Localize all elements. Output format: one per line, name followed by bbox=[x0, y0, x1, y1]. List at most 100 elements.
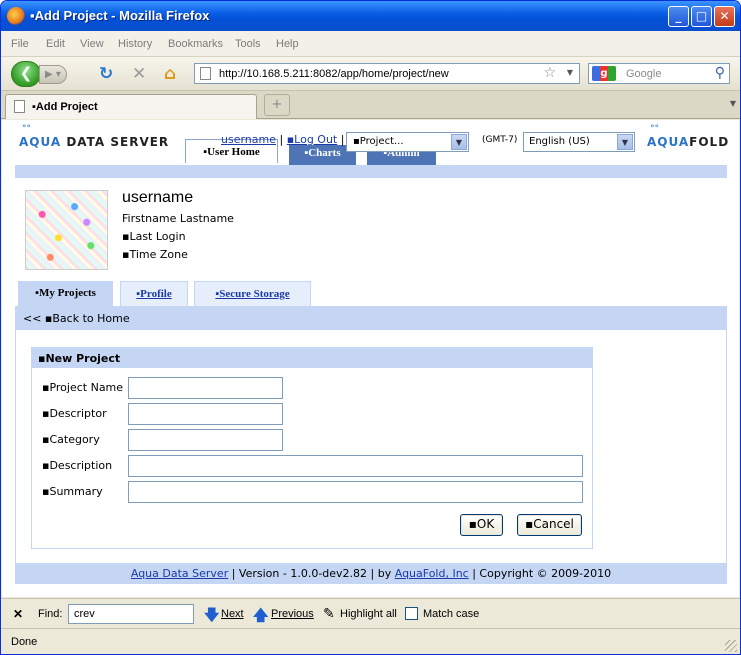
category-label: ▪Category bbox=[42, 433, 100, 446]
find-bar: ✕ Find: crev 🡇 Next 🡅 Previous ✎ Highlig… bbox=[1, 598, 740, 628]
forward-button[interactable]: ▶ ▾ bbox=[39, 65, 67, 84]
menu-tools[interactable]: Tools bbox=[235, 38, 261, 50]
navigation-toolbar: ❮ ▶ ▾ ↻ ✕ ⌂ http://10.168.5.211:8082/app… bbox=[1, 57, 740, 91]
menu-file[interactable]: File bbox=[11, 38, 29, 50]
arrow-up-icon[interactable]: 🡅 bbox=[253, 605, 268, 630]
title-bar[interactable]: ▪Add Project - Mozilla Firefox _ □ ✕ bbox=[1, 1, 740, 31]
minimize-button[interactable]: _ bbox=[668, 6, 689, 27]
match-case-checkbox[interactable] bbox=[405, 607, 418, 620]
summary-label: ▪Summary bbox=[42, 485, 103, 498]
arrow-down-icon[interactable]: 🡇 bbox=[204, 605, 219, 630]
separator: | bbox=[337, 133, 345, 146]
page-icon bbox=[200, 67, 211, 80]
version-text: | Version - 1.0.0-dev2.82 | by bbox=[228, 567, 395, 580]
description-label: ▪Description bbox=[42, 459, 113, 472]
find-next-button[interactable]: Next bbox=[221, 608, 244, 620]
page-content: °° AQUA DATA SERVER ▪User Home ▪Charts ▪… bbox=[2, 120, 739, 597]
bubbles-icon: °° bbox=[650, 124, 659, 134]
aquafold-logo: °° AQUAFOLD bbox=[647, 124, 730, 149]
url-dropdown-icon[interactable]: ▼ bbox=[567, 68, 573, 77]
username-link[interactable]: username bbox=[221, 133, 276, 146]
page-footer: Aqua Data Server | Version - 1.0.0-dev2.… bbox=[15, 564, 727, 584]
subtab-secure-storage[interactable]: ▪Secure Storage bbox=[194, 281, 311, 306]
resize-grip[interactable] bbox=[725, 640, 737, 652]
window-title: ▪Add Project - Mozilla Firefox bbox=[30, 8, 210, 23]
back-button[interactable]: ❮ bbox=[11, 61, 41, 87]
menu-help[interactable]: Help bbox=[276, 38, 299, 50]
menu-view[interactable]: View bbox=[80, 38, 104, 50]
subtab-my-projects[interactable]: ▪My Projects bbox=[18, 281, 113, 306]
logo-rest-text: DATA SERVER bbox=[61, 135, 170, 149]
url-bar[interactable]: http://10.168.5.211:8082/app/home/projec… bbox=[194, 63, 580, 84]
copyright-text: | Copyright © 2009-2010 bbox=[468, 567, 612, 580]
subtab-secure-storage-link[interactable]: ▪Secure Storage bbox=[215, 288, 289, 300]
subtab-profile[interactable]: ▪Profile bbox=[120, 281, 188, 306]
back-to-home-link[interactable]: << ▪Back to Home bbox=[23, 312, 130, 325]
category-field[interactable] bbox=[128, 429, 283, 451]
maximize-button[interactable]: □ bbox=[691, 6, 712, 27]
project-name-label: ▪Project Name bbox=[42, 381, 124, 394]
panel-header: << ▪Back to Home bbox=[16, 306, 726, 330]
find-label: Find: bbox=[38, 608, 63, 620]
menu-bar: File Edit View History Bookmarks Tools H… bbox=[1, 31, 740, 57]
cancel-button[interactable]: ▪Cancel bbox=[517, 514, 582, 536]
tab-strip: ▪Add Project + ▼ bbox=[1, 91, 740, 119]
summary-field[interactable] bbox=[128, 481, 583, 503]
timezone-label: (GMT-7) bbox=[482, 135, 518, 145]
tab-label: ▪Add Project bbox=[32, 101, 98, 113]
find-input[interactable]: crev bbox=[68, 604, 194, 624]
stop-icon[interactable]: ✕ bbox=[132, 65, 146, 83]
status-bar: Done bbox=[1, 628, 740, 654]
avatar bbox=[25, 190, 108, 270]
language-select-value: English (US) bbox=[529, 136, 590, 147]
menu-edit[interactable]: Edit bbox=[46, 38, 65, 50]
home-icon[interactable]: ⌂ bbox=[164, 65, 176, 83]
close-find-icon[interactable]: ✕ bbox=[13, 607, 23, 621]
descriptor-label: ▪Descriptor bbox=[42, 407, 107, 420]
profile-fullname: Firstname Lastname bbox=[122, 212, 234, 225]
product-link[interactable]: Aqua Data Server bbox=[131, 567, 228, 580]
project-name-field[interactable] bbox=[128, 377, 283, 399]
new-project-form: ▪New Project ▪Project Name ▪Descriptor ▪… bbox=[31, 347, 593, 549]
search-engine-icon[interactable]: g bbox=[592, 66, 616, 81]
profile-username: username bbox=[122, 189, 194, 206]
subtab-profile-link[interactable]: ▪Profile bbox=[136, 288, 171, 300]
close-window-button[interactable]: ✕ bbox=[714, 6, 735, 27]
profile-last-login: ▪Last Login bbox=[122, 230, 186, 243]
logo-aqua-text: AQUA bbox=[19, 135, 62, 149]
separator: | bbox=[276, 133, 287, 146]
project-select[interactable]: ▪Project... ▼ bbox=[346, 132, 469, 152]
highlight-all-button[interactable]: Highlight all bbox=[340, 608, 397, 620]
url-text[interactable]: http://10.168.5.211:8082/app/home/projec… bbox=[219, 68, 449, 80]
user-links: username | ▪Log Out | bbox=[221, 133, 344, 146]
description-field[interactable] bbox=[128, 455, 583, 477]
descriptor-field[interactable] bbox=[128, 403, 283, 425]
page-icon bbox=[14, 100, 25, 113]
aqua-data-server-logo: °° AQUA DATA SERVER bbox=[19, 124, 170, 149]
search-placeholder[interactable]: Google bbox=[626, 68, 661, 80]
tab-add-project[interactable]: ▪Add Project bbox=[5, 94, 257, 119]
firefox-icon bbox=[7, 7, 25, 25]
reload-icon[interactable]: ↻ bbox=[99, 65, 113, 83]
company-link[interactable]: AquaFold, Inc bbox=[395, 567, 469, 580]
browser-window: ▪Add Project - Mozilla Firefox _ □ ✕ Fil… bbox=[0, 0, 741, 655]
logo-rest-text: FOLD bbox=[689, 135, 730, 149]
chevron-down-icon[interactable]: ▼ bbox=[617, 134, 633, 150]
chevron-down-icon[interactable]: ▼ bbox=[451, 134, 467, 150]
status-text: Done bbox=[11, 636, 38, 648]
logout-link[interactable]: ▪Log Out bbox=[287, 133, 338, 146]
search-icon[interactable]: ⚲ bbox=[715, 65, 725, 81]
menu-history[interactable]: History bbox=[118, 38, 152, 50]
bookmark-star-icon[interactable]: ☆ bbox=[543, 65, 556, 81]
projects-panel: << ▪Back to Home ▪New Project ▪Project N… bbox=[15, 306, 727, 564]
highlighter-icon[interactable]: ✎ bbox=[323, 605, 335, 622]
header-band bbox=[15, 165, 727, 178]
ok-button[interactable]: ▪OK bbox=[460, 514, 503, 536]
new-tab-button[interactable]: + bbox=[264, 94, 290, 116]
search-box[interactable]: g Google ⚲ bbox=[588, 63, 730, 84]
menu-bookmarks[interactable]: Bookmarks bbox=[168, 38, 223, 50]
tab-list-dropdown-icon[interactable]: ▼ bbox=[730, 99, 736, 108]
language-select[interactable]: English (US) ▼ bbox=[523, 132, 635, 152]
match-case-label[interactable]: Match case bbox=[423, 608, 479, 620]
find-previous-button[interactable]: Previous bbox=[271, 608, 314, 620]
